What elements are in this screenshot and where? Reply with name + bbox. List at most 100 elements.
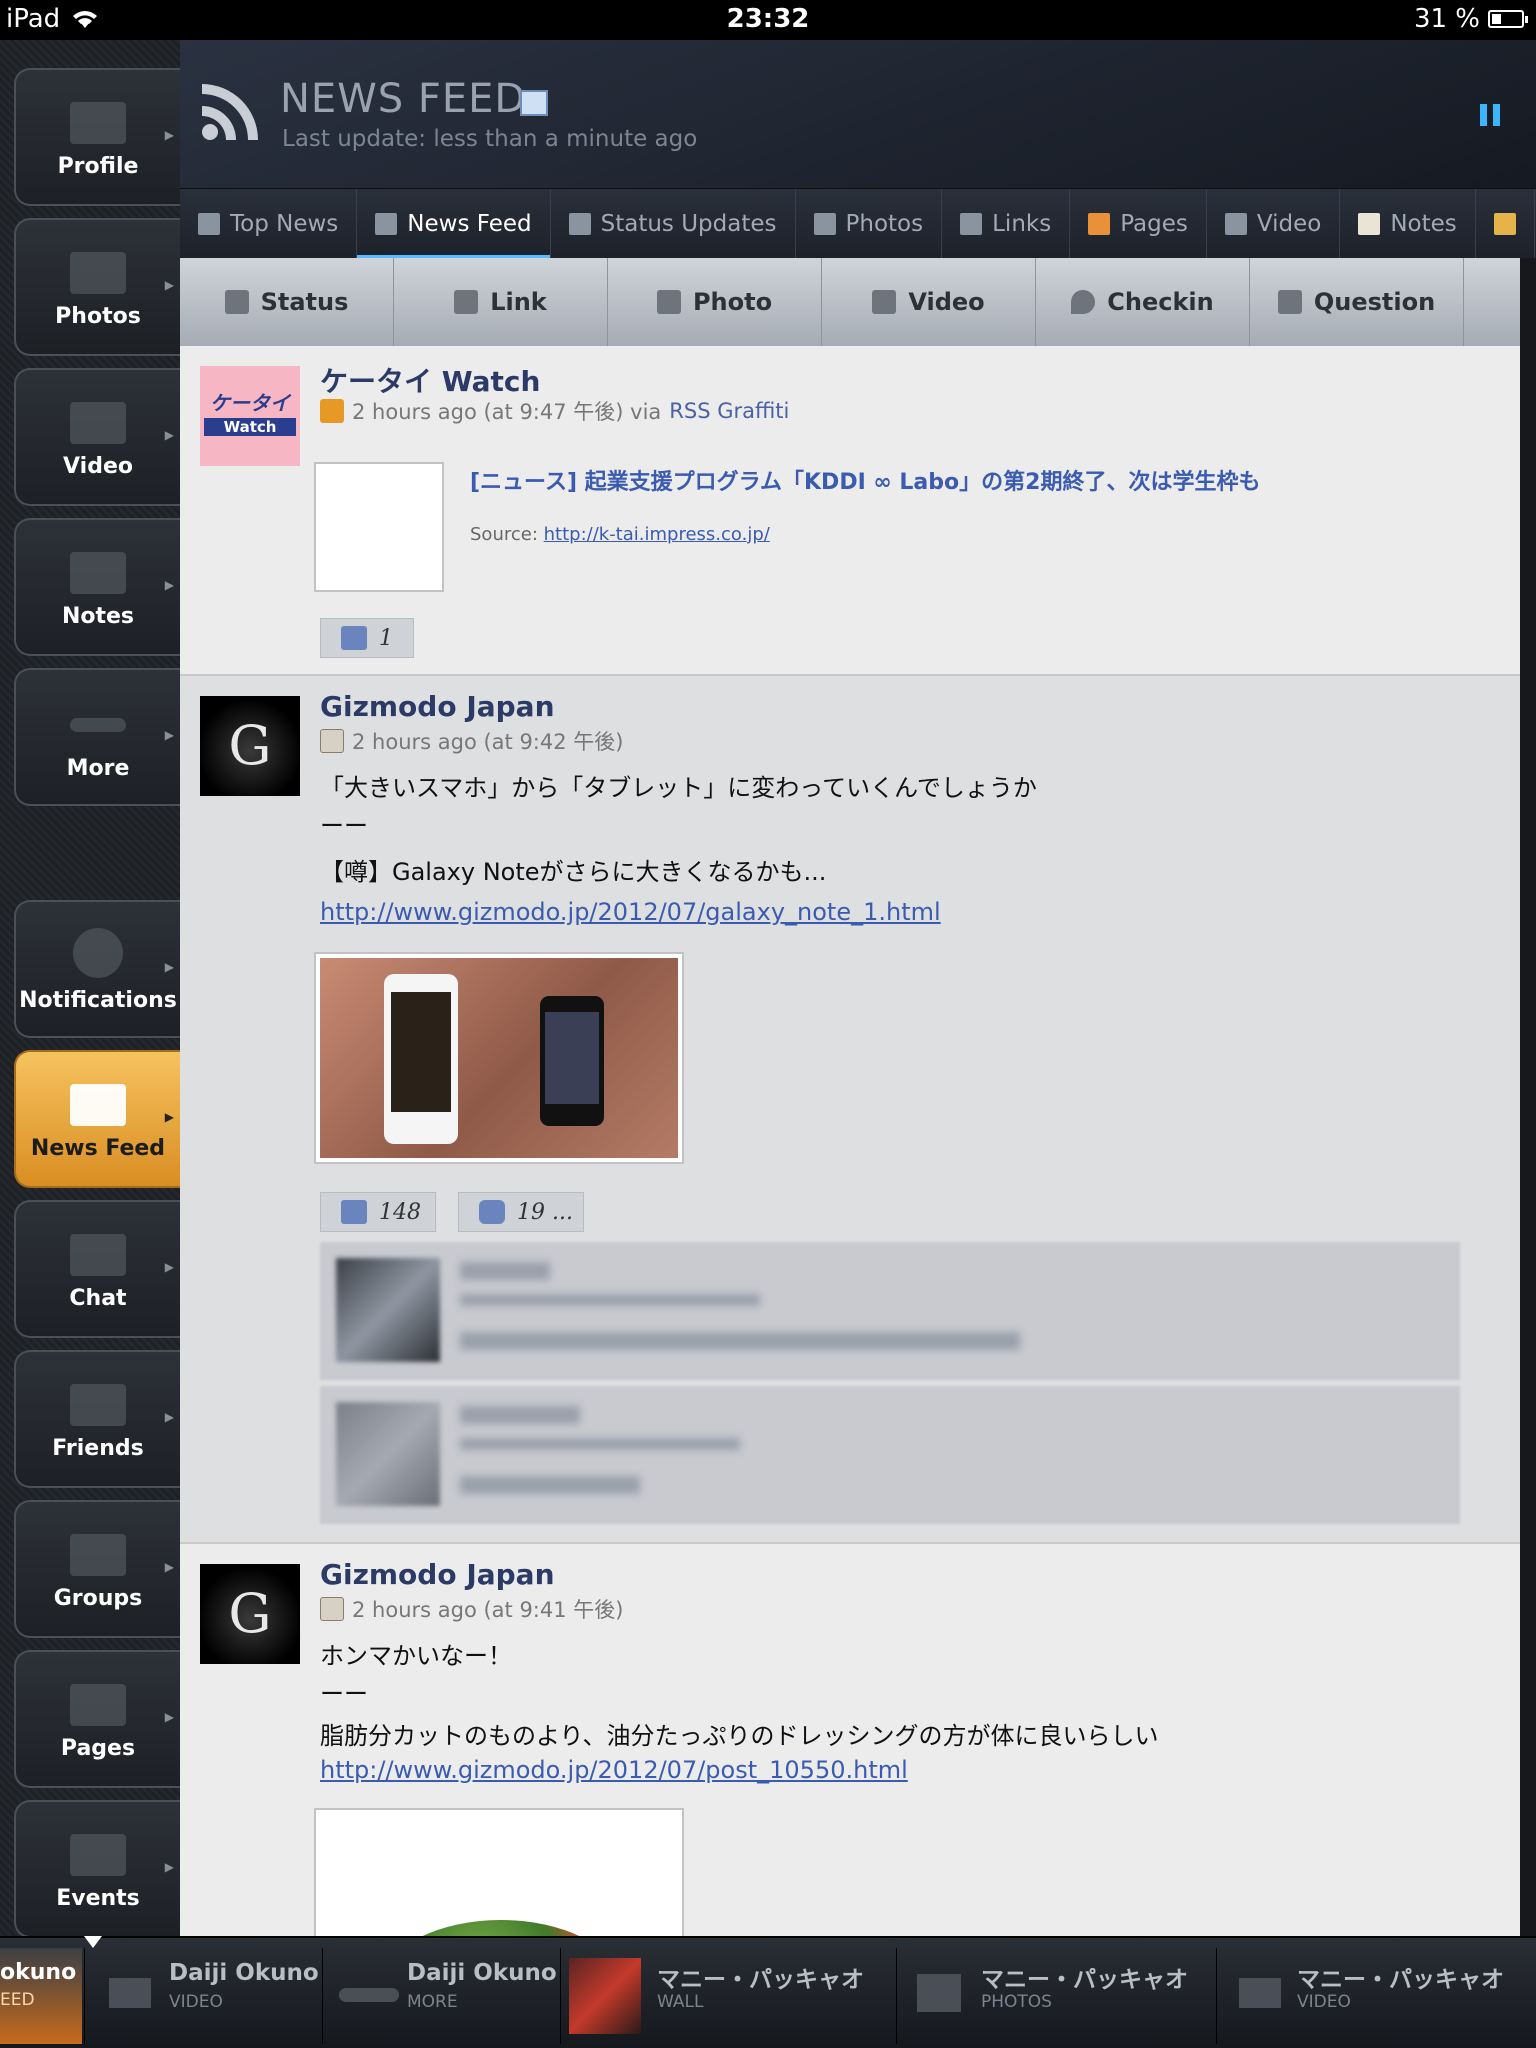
tab-pages[interactable]: Pages: [1070, 189, 1207, 258]
video-button[interactable]: Video: [822, 258, 1036, 346]
avatar[interactable]: G: [200, 1564, 300, 1664]
news-feed-list[interactable]: ケータイ Watch ケータイ Watch 2 hours ago (at 9:…: [180, 346, 1520, 1936]
battery-percent: 31 %: [1413, 4, 1480, 34]
feed-post: G Gizmodo Japan 2 hours ago (at 9:42 午後)…: [180, 676, 1520, 1544]
arrow-icon: ▶: [164, 1710, 174, 1724]
sidebar-item-groups[interactable]: Groups ▶: [14, 1500, 180, 1638]
recent-item[interactable]: Daiji Okuno MORE: [322, 1948, 558, 2044]
post-author[interactable]: Gizmodo Japan: [320, 690, 555, 723]
profile-photo: [569, 1958, 641, 2034]
tab-top-news[interactable]: Top News: [180, 189, 358, 258]
arrow-icon: ▶: [164, 128, 174, 142]
post-author[interactable]: Gizmodo Japan: [320, 1558, 555, 1591]
header: NEWS FEED Last update: less than a minut…: [180, 40, 1536, 188]
link-source: Source: http://k-tai.impress.co.jp/: [470, 524, 770, 545]
tab-news-feed[interactable]: News Feed: [357, 189, 551, 258]
person-icon: [568, 213, 591, 235]
post-text: ーー: [320, 812, 368, 840]
rss-graffiti-icon: [320, 399, 344, 423]
sidebar-item-more[interactable]: More ▶: [14, 668, 180, 806]
link-thumbnail[interactable]: [314, 462, 444, 592]
arrow-icon: ▶: [164, 1860, 174, 1874]
white-phone: [384, 974, 458, 1144]
tab-photos[interactable]: Photos: [796, 189, 943, 258]
sidebar-item-photos[interactable]: Photos ▶: [14, 218, 180, 356]
sidebar-item-pages[interactable]: Pages ▶: [14, 1650, 180, 1788]
post-text: ホンマかいなー！: [320, 1642, 512, 1670]
video-icon: [70, 402, 126, 444]
via-link[interactable]: RSS Graffiti: [669, 399, 789, 423]
like-button[interactable]: 148: [320, 1192, 436, 1232]
sidebar-item-news-feed[interactable]: News Feed ▶: [14, 1050, 180, 1188]
tab-notes[interactable]: Notes: [1340, 189, 1476, 258]
compose-bar: Status Link Photo Video Checkin Question: [180, 258, 1520, 346]
thumbs-up-icon: [341, 1200, 367, 1224]
sidebar-item-events[interactable]: Events ▶: [14, 1800, 180, 1938]
page-title: NEWS FEED: [280, 76, 527, 122]
source-link[interactable]: http://k-tai.impress.co.jp/: [544, 524, 770, 545]
svg-text:ケータイ: ケータイ: [210, 391, 292, 415]
pages-icon: [1088, 213, 1111, 235]
sidebar-item-notifications[interactable]: Notifications ▶: [14, 900, 180, 1038]
post-author[interactable]: ケータイ Watch: [320, 360, 540, 400]
comments-button[interactable]: 19 ...: [458, 1192, 584, 1232]
video-icon: [109, 1978, 151, 2008]
friends-icon: [70, 1384, 126, 1426]
avatar[interactable]: G: [200, 696, 300, 796]
last-update: Last update: less than a minute ago: [282, 126, 698, 152]
more-icon: [70, 718, 126, 732]
post-photo[interactable]: [314, 1808, 684, 1936]
sidebar-item-profile[interactable]: Profile ▶: [14, 68, 180, 206]
comment-item: [320, 1386, 1460, 1524]
sidebar-item-chat[interactable]: Chat ▶: [14, 1200, 180, 1338]
photo-button[interactable]: Photo: [608, 258, 822, 346]
tab-overflow[interactable]: [1476, 189, 1535, 258]
status-bar: iPad 23:32 31 %: [0, 0, 1536, 40]
news-feed-icon: [520, 90, 548, 116]
sidebar-item-friends[interactable]: Friends ▶: [14, 1350, 180, 1488]
sidebar-item-video[interactable]: Video ▶: [14, 368, 180, 506]
recent-item[interactable]: okuno EED: [0, 1948, 82, 2044]
recent-item[interactable]: マニー・パッキャオ WALL: [560, 1948, 894, 2044]
pause-button[interactable]: [1480, 104, 1500, 126]
photo-post-icon: [320, 1597, 344, 1621]
arrow-icon: ▶: [164, 728, 174, 742]
comment-item: [320, 1242, 1460, 1380]
recent-item[interactable]: マニー・パッキャオ VIDEO: [1216, 1948, 1536, 2044]
arrow-icon: ▶: [164, 1560, 174, 1574]
photos-icon: [70, 252, 126, 294]
sidebar: Profile ▶ Photos ▶ Video ▶ Notes ▶ More ▶ Not…: [0, 40, 180, 1940]
post-photo[interactable]: [314, 952, 684, 1164]
tab-links[interactable]: Links: [942, 189, 1071, 258]
calendar-icon: [70, 1834, 126, 1876]
recent-item[interactable]: Daiji Okuno VIDEO: [84, 1948, 320, 2044]
photos-icon: [813, 213, 836, 235]
link-title[interactable]: [ニュース] 起業支援プログラム「KDDI ∞ Labo」の第2期終了、次は学生…: [470, 464, 1260, 496]
link-icon: [454, 290, 479, 314]
status-button[interactable]: Status: [180, 258, 394, 346]
arrow-icon: ▶: [164, 960, 174, 974]
link-button[interactable]: Link: [394, 258, 608, 346]
tab-overflow-icon: [1493, 213, 1516, 235]
post-link[interactable]: http://www.gizmodo.jp/2012/07/galaxy_not…: [320, 898, 941, 926]
feed-tabs: Top News News Feed Status Updates Photos…: [180, 188, 1536, 258]
avatar[interactable]: ケータイ Watch: [200, 366, 300, 466]
news-feed-icon: [70, 1084, 126, 1126]
post-link[interactable]: http://www.gizmodo.jp/2012/07/post_10550…: [320, 1756, 908, 1784]
sidebar-item-notes[interactable]: Notes ▶: [14, 518, 180, 656]
tab-video[interactable]: Video: [1207, 189, 1341, 258]
arrow-icon: ▶: [164, 1410, 174, 1424]
photo-post-icon: [320, 729, 344, 753]
post-text: ーー: [320, 1680, 368, 1708]
question-button[interactable]: Question: [1250, 258, 1464, 346]
tab-status-updates[interactable]: Status Updates: [551, 189, 796, 258]
recent-item[interactable]: マニー・パッキャオ PHOTOS: [896, 1948, 1214, 2044]
arrow-icon: ▶: [164, 1110, 174, 1124]
salad-photo: [386, 1920, 616, 1936]
comment-avatar: [336, 1402, 440, 1506]
globe-icon: [73, 928, 123, 978]
link-icon: [960, 213, 983, 235]
checkin-button[interactable]: Checkin: [1036, 258, 1250, 346]
like-button[interactable]: 1: [320, 618, 414, 658]
more-icon: [339, 1988, 399, 2002]
